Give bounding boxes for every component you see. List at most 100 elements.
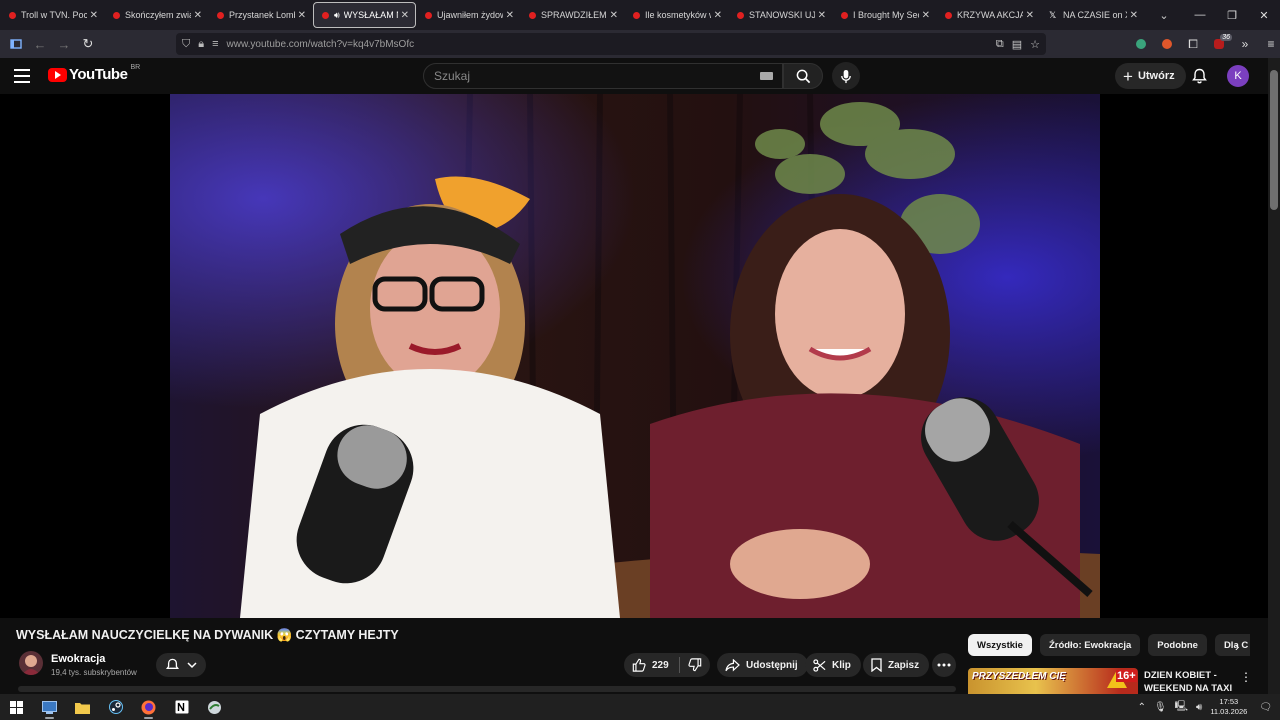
reload-icon[interactable]: ↻	[76, 32, 100, 56]
chip-source-channel[interactable]: Źródło: Ewokracja	[1039, 634, 1141, 656]
sidebar-toggle-icon[interactable]	[4, 32, 28, 56]
lock-icon[interactable]: 🔒︎	[198, 38, 204, 51]
list-all-tabs-chevron-icon[interactable]: ⌄	[1154, 9, 1174, 22]
browser-tab[interactable]: I Brought My Secret✕	[833, 2, 936, 28]
browser-tab[interactable]: KRZYWA AKCJA #✕	[937, 2, 1040, 28]
extensions-area: ⧠ 36 » ≡	[1128, 32, 1280, 56]
search-box[interactable]	[423, 63, 783, 89]
tab-close-icon[interactable]: ✕	[194, 10, 202, 21]
file-explorer-icon[interactable]	[66, 694, 99, 720]
voice-search-button[interactable]	[832, 62, 860, 90]
video-player[interactable]	[0, 94, 1268, 618]
tab-close-icon[interactable]: ✕	[610, 10, 618, 21]
ublock-extension-icon[interactable]: 36	[1206, 34, 1232, 50]
notion-icon[interactable]	[165, 694, 198, 720]
keyboard-icon[interactable]	[760, 72, 773, 80]
youtube-logo-text: YouTube	[69, 66, 128, 83]
channel-name[interactable]: Ewokracja	[51, 653, 105, 665]
browser-navbar: ← → ↻ ⛉ 🔒︎ ≡ www.youtube.com/watch?v=kq4…	[0, 30, 1280, 58]
search-input[interactable]	[434, 69, 754, 83]
back-arrow-icon[interactable]: ←	[28, 32, 52, 56]
kebab-menu-icon[interactable]: ⋮	[1240, 670, 1252, 684]
network-app-icon[interactable]	[198, 694, 231, 720]
like-count[interactable]: 229	[652, 660, 669, 671]
search-button[interactable]	[783, 63, 823, 89]
recommendation-thumbnail[interactable]: PRZYSZEDŁEM CIĘ 16+	[968, 668, 1138, 694]
forward-arrow-icon[interactable]: →	[52, 32, 76, 56]
more-actions-button[interactable]	[932, 653, 956, 677]
browser-tab[interactable]: 𝕏 NA CZASIE on X: ✕	[1041, 2, 1144, 28]
tab-title: Skończyłem związek	[125, 10, 191, 20]
clip-button[interactable]: Klip	[805, 653, 861, 677]
windows-start-icon[interactable]	[0, 694, 33, 720]
browser-tab[interactable]: Troll w TVN. Poczuł✕	[1, 2, 104, 28]
video-frame[interactable]	[170, 94, 1100, 618]
overflow-chevron-icon[interactable]: »	[1232, 37, 1258, 51]
notifications-bell-icon[interactable]	[1189, 66, 1209, 86]
microphone-tray-icon[interactable]: 🎙︎	[1154, 702, 1167, 713]
tab-close-icon[interactable]: ✕	[90, 10, 98, 21]
tab-close-icon[interactable]: ✕	[714, 10, 722, 21]
app-window-icon[interactable]	[33, 694, 66, 720]
steam-icon[interactable]	[99, 694, 132, 720]
chip-all[interactable]: Wszystkie	[968, 634, 1032, 656]
extensions-puzzle-icon[interactable]: ⧠	[1180, 37, 1206, 52]
tracking-shield-icon[interactable]: ⛉	[182, 38, 190, 51]
chevron-right-icon[interactable]: ›	[1227, 636, 1247, 656]
save-label: Zapisz	[888, 659, 920, 671]
like-button[interactable]	[632, 658, 646, 672]
restore-icon[interactable]: ❐	[1216, 0, 1248, 30]
bookmark-star-icon[interactable]: ☆	[1030, 38, 1040, 51]
account-avatar[interactable]: K	[1227, 65, 1249, 87]
fox-extension-icon[interactable]	[1154, 38, 1180, 50]
tab-audio-speaker-icon[interactable]: 🔊︎	[334, 10, 340, 21]
vpn-extension-icon[interactable]	[1128, 38, 1154, 50]
tab-close-icon[interactable]: ✕	[922, 10, 930, 21]
dislike-button[interactable]	[688, 658, 702, 672]
picture-in-picture-icon[interactable]: ⧉	[996, 38, 1004, 51]
tab-title: I Brought My Secret	[853, 10, 919, 20]
bookmark-icon	[871, 658, 882, 672]
system-clock[interactable]: 17:53 11.03.2026	[1210, 697, 1247, 717]
notification-center-icon[interactable]: 🗨︎	[1259, 702, 1272, 713]
save-button[interactable]: Zapisz	[863, 653, 930, 677]
tab-close-icon[interactable]: ✕	[818, 10, 826, 21]
page-scrollbar[interactable]	[1268, 58, 1280, 694]
channel-avatar[interactable]	[19, 651, 43, 675]
youtube-logo[interactable]: YouTube BR	[48, 64, 140, 83]
description-box-edge[interactable]	[18, 686, 956, 692]
reader-view-icon[interactable]: ▤	[1012, 38, 1022, 51]
tab-close-icon[interactable]: ✕	[1130, 10, 1138, 21]
tab-close-icon[interactable]: ✕	[401, 10, 409, 21]
recommendation-chips: Wszystkie Źródło: Ewokracja Podobne Dla …	[968, 634, 1250, 656]
show-hidden-icons-chevron-icon[interactable]: ⌃	[1138, 702, 1146, 713]
tab-close-icon[interactable]: ✕	[506, 10, 514, 21]
browser-tab[interactable]: Ile kosmetyków w ✕	[625, 2, 728, 28]
guide-menu-icon[interactable]	[14, 66, 34, 86]
url-text[interactable]: www.youtube.com/watch?v=kq4v7bMsOfc	[227, 39, 988, 50]
scrollbar-thumb[interactable]	[1270, 70, 1278, 210]
youtube-icon	[425, 11, 432, 19]
network-monitor-icon[interactable]: 🖳︎	[1175, 699, 1188, 716]
volume-icon[interactable]: 🔊︎	[1196, 702, 1202, 713]
url-bar[interactable]: ⛉ 🔒︎ ≡ www.youtube.com/watch?v=kq4v7bMsO…	[176, 33, 1046, 55]
chip-related[interactable]: Podobne	[1148, 634, 1207, 656]
tab-close-icon[interactable]: ✕	[1026, 10, 1034, 21]
recommendation-title[interactable]: DZIEN KOBIET - WEEKEND NA TAXI	[1144, 669, 1234, 695]
browser-tab[interactable]: 🔊︎ WYSŁAŁAM N ✕	[313, 2, 416, 28]
tab-close-icon[interactable]: ✕	[298, 10, 306, 21]
browser-tab[interactable]: Skończyłem związek✕	[105, 2, 208, 28]
close-window-icon[interactable]: ✕	[1248, 0, 1280, 30]
subscription-notifications-button[interactable]	[156, 653, 206, 677]
browser-tab[interactable]: STANOWSKI UJAW✕	[729, 2, 832, 28]
browser-tab[interactable]: Ujawniłem żydowsk✕	[417, 2, 520, 28]
browser-tab[interactable]: Przystanek Lombard✕	[209, 2, 312, 28]
create-button[interactable]: + Utwórz	[1115, 63, 1186, 89]
app-menu-icon[interactable]: ≡	[1258, 37, 1280, 51]
browser-tab[interactable]: SPRAWDZIŁEM CZ✕	[521, 2, 624, 28]
share-button[interactable]: Udostępnij	[717, 653, 808, 677]
firefox-icon[interactable]	[132, 694, 165, 720]
share-arrow-icon	[725, 658, 740, 672]
minimize-icon[interactable]: —	[1184, 0, 1216, 30]
permissions-icon[interactable]: ≡	[212, 38, 218, 50]
